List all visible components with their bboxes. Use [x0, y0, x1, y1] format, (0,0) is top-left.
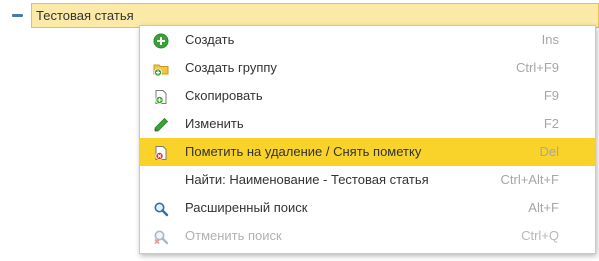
pencil-icon	[153, 117, 169, 133]
menu-item-cancel-search-label: Отменить поиск	[185, 228, 282, 243]
search-icon	[153, 201, 169, 217]
menu-item-find[interactable]: Найти: Наименование - Тестовая статья Ct…	[140, 166, 595, 194]
create-icon	[153, 33, 169, 49]
menu-item-create-group[interactable]: Создать группу Ctrl+F9	[140, 54, 595, 82]
menu-item-copy-label: Скопировать	[185, 88, 263, 103]
menu-item-edit-label: Изменить	[185, 116, 244, 131]
menu-item-advanced-search-label: Расширенный поиск	[185, 200, 308, 215]
menu-item-edit-shortcut: F2	[543, 116, 559, 131]
menu-item-cancel-search[interactable]: Отменить поиск Ctrl+Q	[140, 222, 595, 250]
folder-add-icon	[153, 61, 169, 77]
cancel-search-icon	[153, 229, 169, 245]
menu-item-edit[interactable]: Изменить F2	[140, 110, 595, 138]
menu-item-create-shortcut: Ins	[541, 32, 559, 47]
context-menu: Создать Ins Создать группу Ctrl+F9 Скопи…	[139, 25, 596, 254]
mark-delete-icon	[153, 145, 169, 161]
menu-item-cancel-search-shortcut: Ctrl+Q	[521, 228, 559, 243]
menu-item-mark-deletion-label: Пометить на удаление / Снять пометку	[185, 144, 422, 159]
menu-item-copy[interactable]: Скопировать F9	[140, 82, 595, 110]
menu-item-find-shortcut: Ctrl+Alt+F	[500, 172, 559, 187]
collapse-minus-icon[interactable]	[12, 11, 23, 20]
selected-tree-item-label: Тестовая статья	[36, 8, 134, 23]
menu-item-create-group-shortcut: Ctrl+F9	[516, 60, 559, 75]
menu-item-create-label: Создать	[185, 32, 235, 47]
copy-icon	[153, 89, 169, 105]
menu-item-advanced-search-shortcut: Alt+F	[528, 200, 559, 215]
menu-item-create-group-label: Создать группу	[185, 60, 277, 75]
menu-item-mark-deletion[interactable]: Пометить на удаление / Снять пометку Del	[140, 138, 595, 166]
menu-item-find-label: Найти: Наименование - Тестовая статья	[185, 172, 429, 187]
menu-item-create[interactable]: Создать Ins	[140, 26, 595, 54]
menu-item-advanced-search[interactable]: Расширенный поиск Alt+F	[140, 194, 595, 222]
menu-item-mark-deletion-shortcut: Del	[539, 144, 559, 159]
menu-item-copy-shortcut: F9	[543, 88, 559, 103]
